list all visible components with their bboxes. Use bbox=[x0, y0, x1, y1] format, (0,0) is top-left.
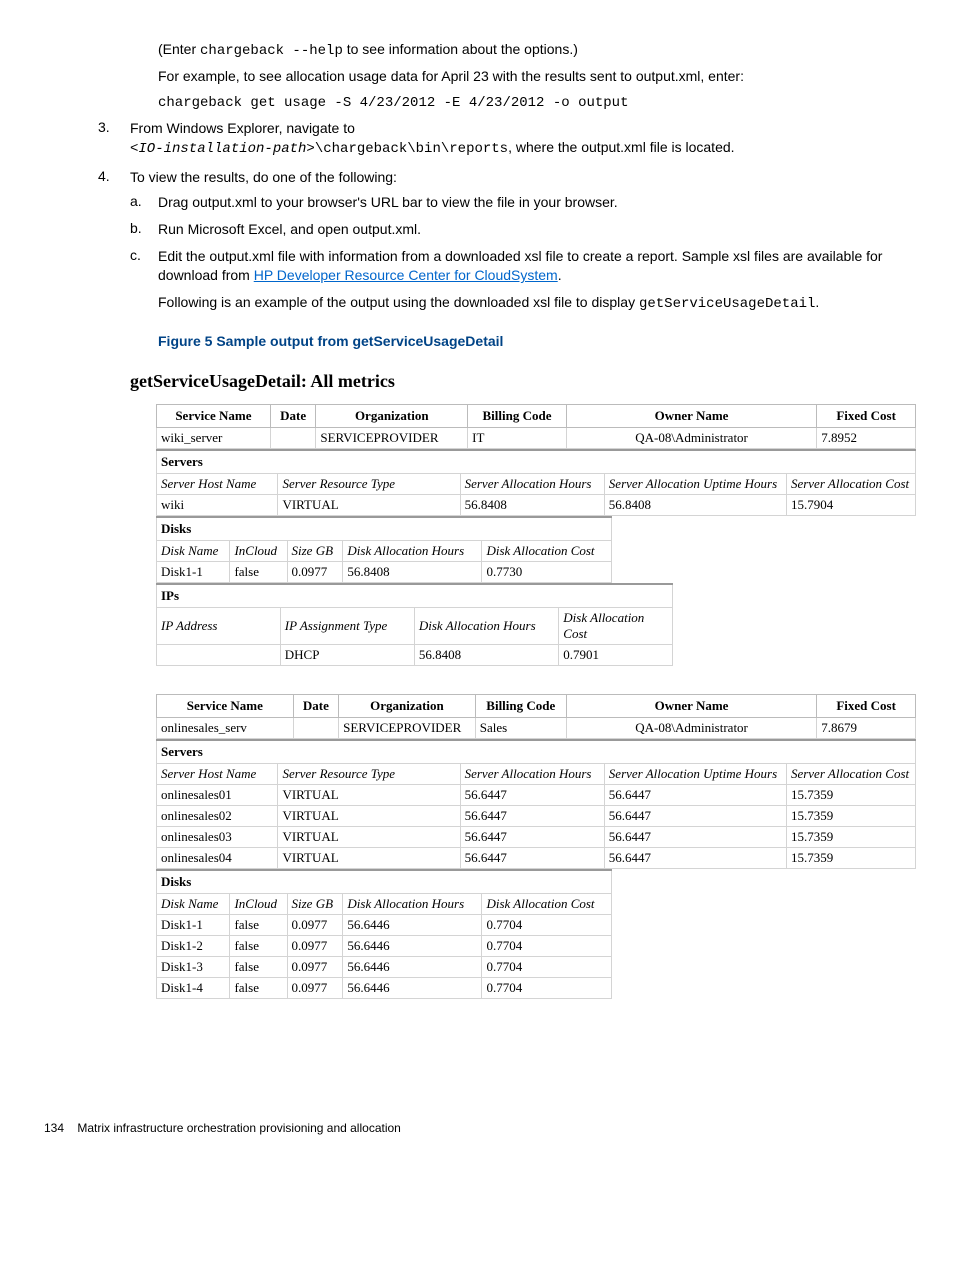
servers-table-1: Servers Server Host Name Server Resource… bbox=[156, 449, 916, 516]
service-block-1: Service Name Date Organization Billing C… bbox=[156, 404, 916, 666]
ips-table-1: IPs IP Address IP Assignment Type Disk A… bbox=[156, 583, 673, 666]
service-header-table: Service Name Date Organization Billing C… bbox=[156, 404, 916, 449]
intro-block: (Enter chargeback --help to see informat… bbox=[158, 40, 910, 113]
page-footer: 134 Matrix infrastructure orchestration … bbox=[0, 1121, 954, 1135]
service-header-table-2: Service Name Date Organization Billing C… bbox=[156, 694, 916, 739]
figure-caption: Figure 5 Sample output from getServiceUs… bbox=[158, 332, 910, 351]
code-inline: <IO-installation-path>\chargeback\bin\re… bbox=[130, 141, 508, 157]
hp-developer-link[interactable]: HP Developer Resource Center for CloudSy… bbox=[254, 267, 558, 283]
servers-table-2: Servers Server Host Name Server Resource… bbox=[156, 739, 916, 869]
step4c: c. Edit the output.xml file with informa… bbox=[130, 247, 910, 363]
page-number: 134 bbox=[44, 1121, 74, 1135]
intro-p3: chargeback get usage -S 4/23/2012 -E 4/2… bbox=[158, 92, 910, 113]
intro-p1: (Enter chargeback --help to see informat… bbox=[158, 40, 910, 61]
step4c-p1: Edit the output.xml file with informatio… bbox=[158, 247, 910, 285]
step-number: 3. bbox=[98, 119, 130, 165]
disks-table-2: Disks Disk Name InCloud Size GB Disk All… bbox=[156, 869, 612, 999]
disks-table-1: Disks Disk Name InCloud Size GB Disk All… bbox=[156, 516, 612, 583]
code-inline: chargeback --help bbox=[200, 43, 343, 59]
step4c-p2: Following is an example of the output us… bbox=[158, 293, 910, 314]
step3-text: From Windows Explorer, navigate to <IO-i… bbox=[130, 119, 910, 159]
service-block-2: Service Name Date Organization Billing C… bbox=[156, 694, 916, 999]
step-number: 4. bbox=[98, 168, 130, 1026]
intro-p2: For example, to see allocation usage dat… bbox=[158, 67, 910, 86]
step4a: a. Drag output.xml to your browser's URL… bbox=[130, 193, 910, 218]
step4b: b. Run Microsoft Excel, and open output.… bbox=[130, 220, 910, 245]
step-3: 3. From Windows Explorer, navigate to <I… bbox=[98, 119, 910, 165]
figure-title: getServiceUsageDetail: All metrics bbox=[130, 371, 910, 392]
step-4: 4. To view the results, do one of the fo… bbox=[98, 168, 910, 1026]
step4-lead: To view the results, do one of the follo… bbox=[130, 168, 910, 187]
page-content: (Enter chargeback --help to see informat… bbox=[0, 0, 954, 1061]
footer-text: Matrix infrastructure orchestration prov… bbox=[77, 1121, 401, 1135]
